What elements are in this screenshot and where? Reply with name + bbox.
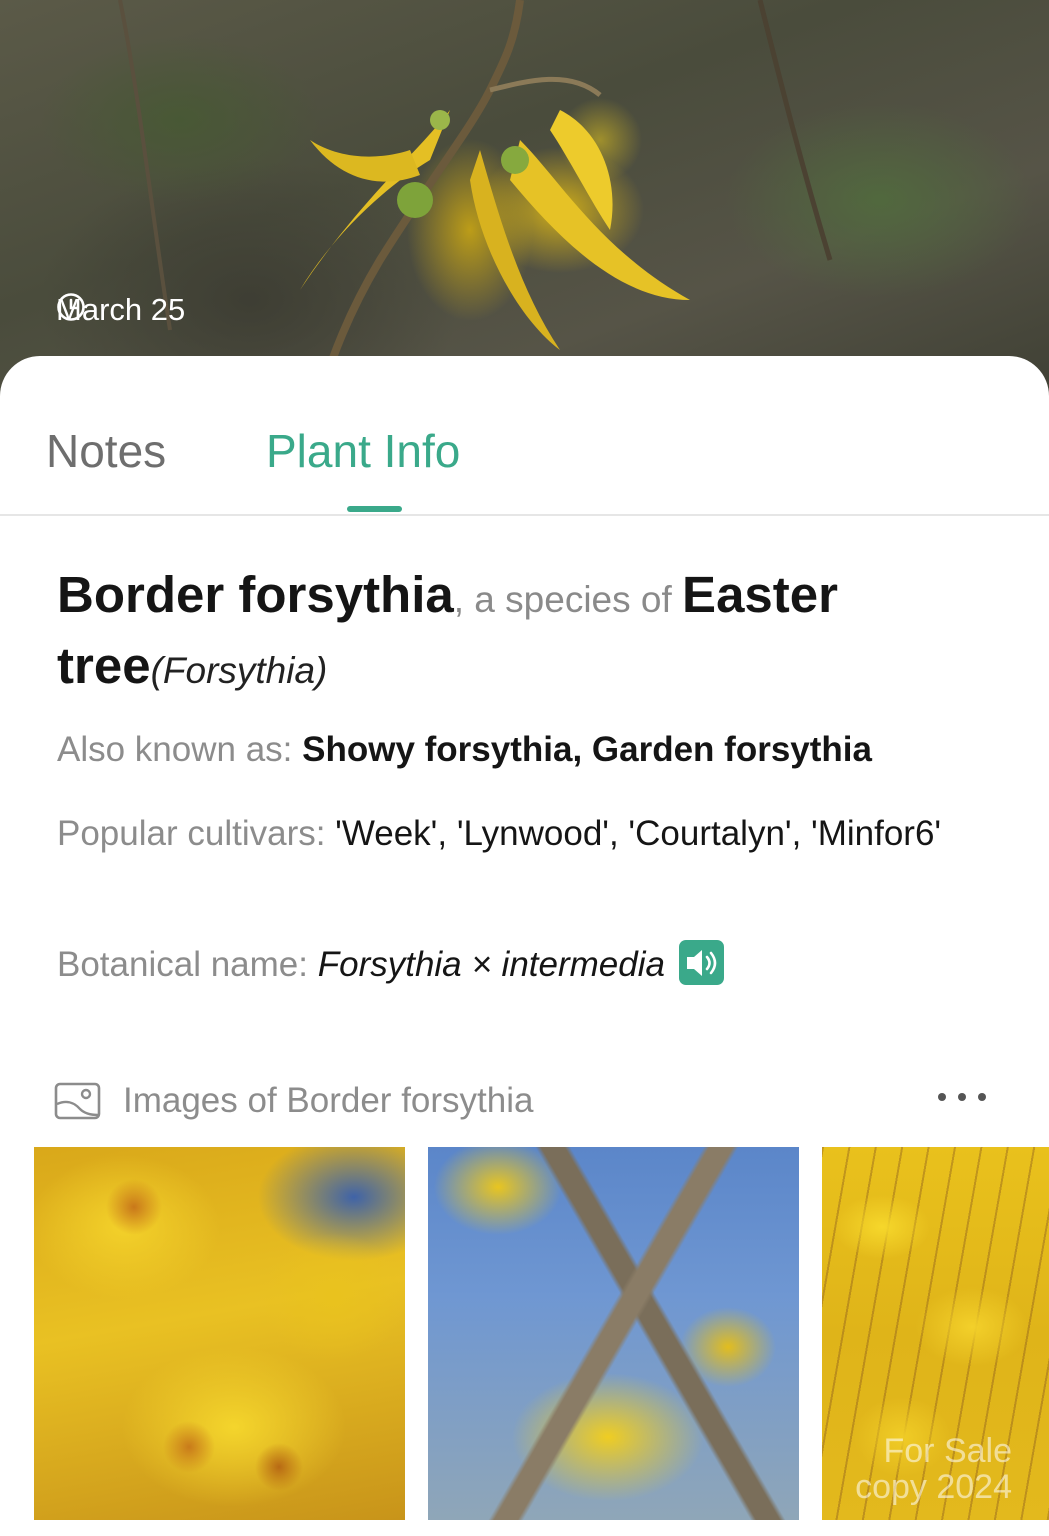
- species-connector: , a species of: [453, 579, 683, 620]
- clock-icon: [57, 293, 85, 321]
- plant-sheet: Notes Plant Info Border forsythia, a spe…: [0, 356, 1049, 1536]
- popular-cultivars: Popular cultivars: 'Week', 'Lynwood', 'C…: [57, 808, 1007, 860]
- forsythia-image-3[interactable]: For Sale copy 2024: [822, 1147, 1049, 1520]
- plant-title: Border forsythia, a species of Easter tr…: [57, 562, 997, 704]
- watermark-line-1: For Sale: [883, 1432, 1013, 1470]
- aka-label: Also known as:: [57, 730, 303, 769]
- active-tab-indicator: [347, 506, 402, 512]
- hero-photo: March 25: [0, 0, 1049, 400]
- watermark-line-2: copy 2024: [855, 1468, 1012, 1506]
- speaker-icon[interactable]: [678, 940, 724, 986]
- photo-date: March 25: [56, 292, 185, 328]
- genus-scientific-name: (Forsythia): [150, 650, 328, 691]
- tab-plant-info[interactable]: Plant Info: [266, 426, 460, 476]
- image-icon: [54, 1082, 101, 1120]
- more-icon[interactable]: [936, 1091, 988, 1103]
- images-header: Images of Border forsythia: [54, 1081, 533, 1121]
- image-watermark: For Sale copy 2024: [822, 1433, 1012, 1505]
- plant-common-name: Border forsythia: [57, 566, 454, 623]
- tab-notes[interactable]: Notes: [46, 426, 166, 476]
- botanical-value: Forsythia × intermedia: [317, 945, 665, 984]
- botanical-name: Botanical name: Forsythia × intermedia: [57, 939, 1007, 991]
- tab-bar: Notes Plant Info: [0, 356, 1049, 516]
- aka-value: Showy forsythia, Garden forsythia: [302, 730, 872, 769]
- branch-illustration: [118, 0, 833, 400]
- cultivars-label: Popular cultivars:: [57, 814, 336, 853]
- cultivars-value: 'Week', 'Lynwood', 'Courtalyn', 'Minfor6…: [335, 814, 942, 853]
- also-known-as: Also known as: Showy forsythia, Garden f…: [57, 724, 1007, 776]
- forsythia-image-2[interactable]: [428, 1147, 799, 1520]
- images-header-text: Images of Border forsythia: [123, 1081, 534, 1120]
- forsythia-image-1[interactable]: [34, 1147, 405, 1520]
- botanical-label: Botanical name:: [57, 945, 318, 984]
